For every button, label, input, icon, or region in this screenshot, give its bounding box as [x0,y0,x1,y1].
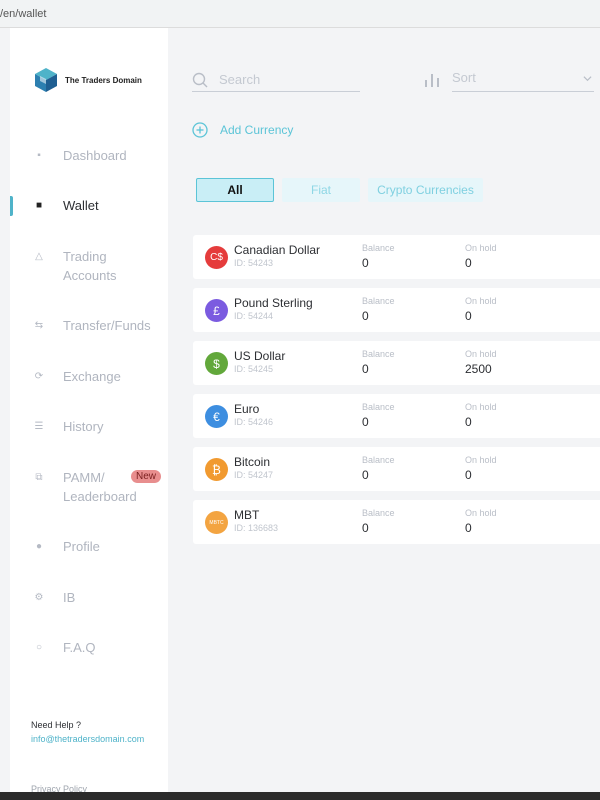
on-hold-value: 0 [465,521,472,535]
currency-card-canadian-dollar[interactable]: C$ Canadian Dollar ID: 54243 Balance 0 O… [193,235,600,279]
currency-id: ID: 54244 [234,311,274,321]
chevron-down-icon [583,76,592,82]
tab-crypto-currencies[interactable]: Crypto Currencies [368,178,483,202]
currency-card-mbt[interactable]: MBTC MBT ID: 136683 Balance 0 On hold 0 [193,500,600,544]
list-icon: ☰ [34,421,44,432]
on-hold-label: On hold [465,243,497,253]
sort-label: Sort [452,70,476,85]
copy-icon: ⧉ [35,472,43,483]
currency-card-bitcoin[interactable]: ₿ Bitcoin ID: 54247 Balance 0 On hold 0 [193,447,600,491]
active-indicator [10,196,13,216]
balance-label: Balance [362,296,395,306]
grid-icon: ▪ [37,150,41,161]
sort-select[interactable]: Sort [452,70,594,92]
ib-icon: ⚙ [34,592,44,603]
search-input[interactable] [219,70,359,88]
left-gutter [0,28,10,792]
help-title: Need Help ? [31,720,82,730]
browser-url-bar[interactable]: /en/wallet [0,0,600,28]
currency-card-us-dollar[interactable]: $ US Dollar ID: 54245 Balance 0 On hold … [193,341,600,385]
balance-value: 0 [362,362,369,376]
tab-all[interactable]: All [196,178,274,202]
balance-label: Balance [362,508,395,518]
currency-list: C$ Canadian Dollar ID: 54243 Balance 0 O… [193,235,600,553]
balance-label: Balance [362,349,395,359]
on-hold-label: On hold [465,508,497,518]
user-icon: ● [35,541,43,552]
new-badge: New [131,470,162,483]
search-icon [192,72,208,88]
sidebar-item-label: Dashboard [63,148,127,163]
exchange-icon: ⟳ [34,371,44,382]
sidebar-item-label: Wallet [63,198,99,213]
help-email-link[interactable]: info@thetradersdomain.com [31,734,144,744]
canadian-dollar-icon: C$ [205,246,228,269]
balance-label: Balance [362,402,395,412]
currency-name: Euro [234,402,260,416]
balance-label: Balance [362,455,395,465]
currency-card-pound-sterling[interactable]: £ Pound Sterling ID: 54244 Balance 0 On … [193,288,600,332]
currency-name: Pound Sterling [234,296,313,310]
sidebar: The Traders Domain ▪ Dashboard ■ Wallet … [10,28,168,794]
balance-value: 0 [362,309,369,323]
sidebar-item-label: Exchange [63,369,121,384]
currency-name: Canadian Dollar [234,243,321,257]
sidebar-item-label: History [63,419,104,434]
on-hold-value: 0 [465,415,472,429]
sidebar-item-label: F.A.Q [63,640,96,655]
sidebar-item-label: PAMM/ Leaderboard [63,470,137,504]
currency-id: ID: 54243 [234,258,274,268]
on-hold-value: 2500 [465,362,492,376]
currency-card-euro[interactable]: € Euro ID: 54246 Balance 0 On hold 0 [193,394,600,438]
bar-chart-icon [425,74,439,87]
transfer-icon: ⇆ [34,320,44,331]
on-hold-label: On hold [465,296,497,306]
pound-icon: £ [205,299,228,322]
brand-name: The Traders Domain [65,75,142,85]
sidebar-item-label: Profile [63,539,100,554]
on-hold-label: On hold [465,402,497,412]
on-hold-value: 0 [465,468,472,482]
balance-value: 0 [362,521,369,535]
bitcoin-icon: ₿ [205,458,228,481]
os-taskbar [0,792,600,800]
sidebar-item-label: IB [63,590,76,605]
balance-label: Balance [362,243,395,253]
sort-control: Sort [424,70,594,92]
triangle-icon: △ [35,251,43,262]
chat-icon: ○ [35,642,43,653]
add-currency-label: Add Currency [220,123,294,137]
currency-id: ID: 54246 [234,417,274,427]
on-hold-value: 0 [465,256,472,270]
balance-value: 0 [362,415,369,429]
plus-circle-icon [192,122,208,138]
on-hold-label: On hold [465,455,497,465]
sidebar-item-label: Transfer/Funds [63,318,151,333]
balance-value: 0 [362,256,369,270]
tab-fiat[interactable]: Fiat [282,178,360,202]
on-hold-label: On hold [465,349,497,359]
wallet-icon: ■ [35,200,43,211]
currency-id: ID: 136683 [234,523,279,533]
currency-name: US Dollar [234,349,286,363]
sidebar-item-label: Trading Accounts [63,249,117,283]
currency-id: ID: 54245 [234,364,274,374]
url-text[interactable]: /en/wallet [0,8,46,20]
on-hold-value: 0 [465,309,472,323]
euro-icon: € [205,405,228,428]
cube-logo-icon [35,68,57,92]
currency-name: Bitcoin [234,455,271,469]
currency-name: MBT [234,508,260,522]
balance-value: 0 [362,468,369,482]
brand-logo[interactable]: The Traders Domain [32,66,142,94]
currency-filter-tabs: All Fiat Crypto Currencies [196,178,491,202]
mbtc-icon: MBTC [205,511,228,534]
dollar-icon: $ [205,352,228,375]
add-currency-button[interactable]: Add Currency [192,122,293,138]
currency-id: ID: 54247 [234,470,274,480]
search-box [192,70,360,92]
